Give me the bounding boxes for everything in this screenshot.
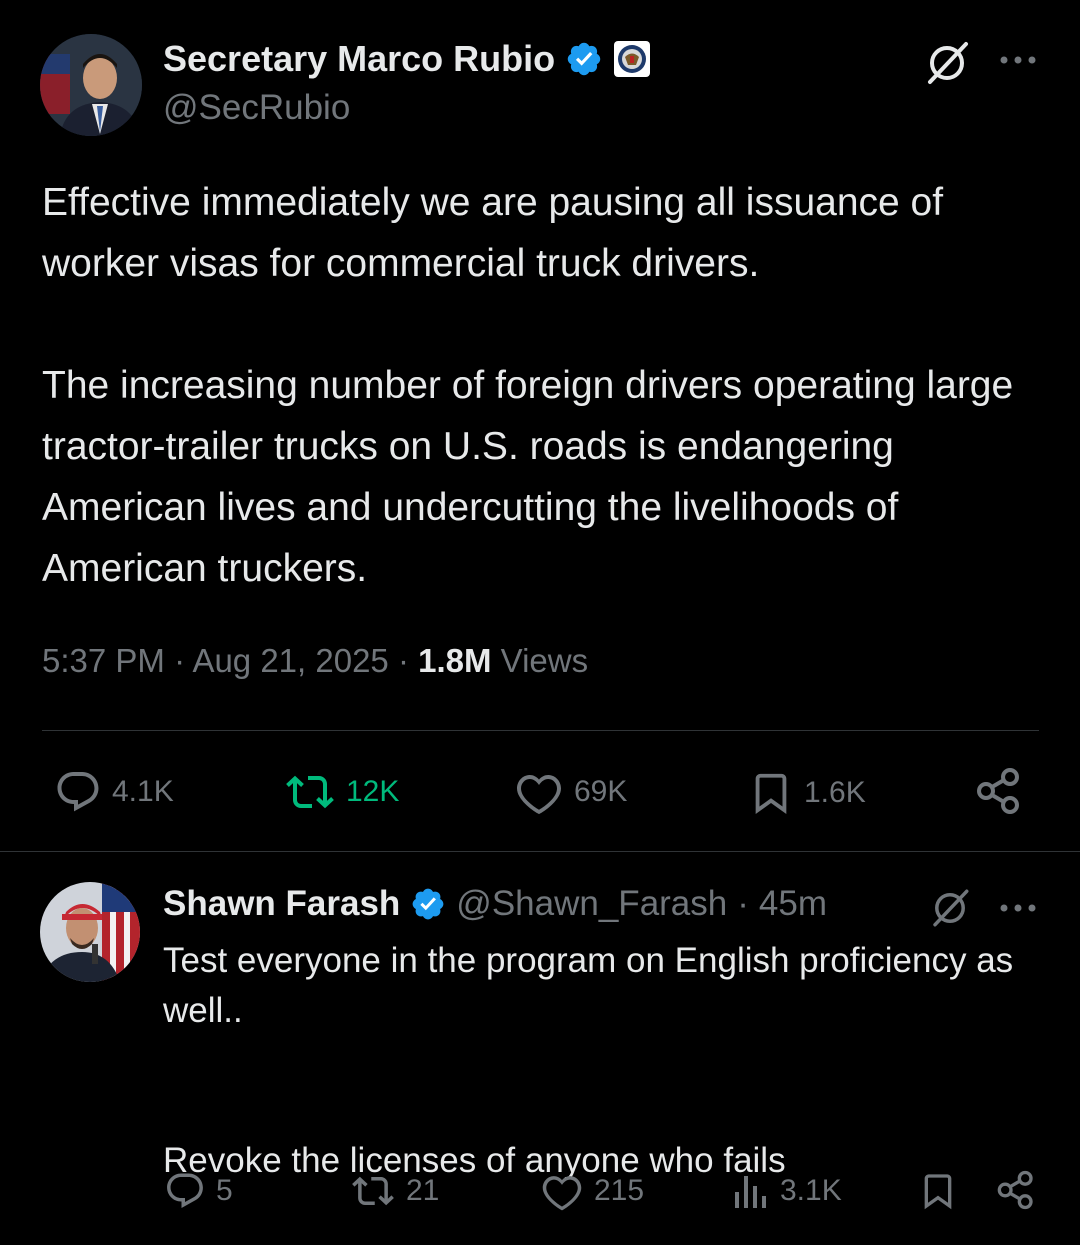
views-count: 3.1K (780, 1174, 842, 1207)
repost-count: 12K (346, 775, 400, 808)
reply-handle[interactable]: @Shawn_Farash (456, 884, 727, 924)
reply-author-name[interactable]: Shawn Farash (163, 884, 400, 924)
more-icon[interactable] (998, 898, 1038, 918)
post-time[interactable]: 5:37 PM (42, 642, 165, 679)
bookmark-count: 1.6K (804, 776, 866, 809)
views-label: Views (500, 642, 589, 679)
grok-icon[interactable] (928, 886, 972, 930)
avatar[interactable] (40, 34, 142, 136)
reply-button[interactable]: 5 (164, 1170, 233, 1212)
like-icon (540, 1170, 584, 1212)
post-meta: 5:37 PM · Aug 21, 2025 · 1.8M Views (42, 642, 588, 680)
divider (42, 730, 1039, 731)
bookmark-button[interactable]: 1.6K (748, 768, 866, 818)
author-handle[interactable]: @SecRubio (163, 88, 350, 128)
share-icon[interactable] (996, 1168, 1036, 1212)
reply-text: Test everyone in the program on English … (163, 941, 1014, 1180)
author-name[interactable]: Secretary Marco Rubio (163, 38, 555, 80)
repost-icon (284, 768, 336, 816)
separator: · (397, 642, 409, 679)
more-icon[interactable] (998, 50, 1038, 70)
divider (0, 851, 1080, 852)
post-date[interactable]: Aug 21, 2025 (192, 642, 388, 679)
repost-count: 21 (406, 1174, 440, 1207)
reply-age[interactable]: 45m (759, 884, 827, 924)
bookmark-icon (748, 768, 794, 818)
post-text: Effective immediately we are pausing all… (42, 181, 1014, 590)
reply-button[interactable]: 4.1K (54, 768, 174, 816)
repost-button[interactable]: 12K (284, 768, 399, 816)
like-count: 69K (574, 775, 628, 808)
bookmark-icon[interactable] (918, 1168, 958, 1214)
share-icon[interactable] (975, 766, 1023, 816)
views-icon (732, 1170, 770, 1212)
like-button[interactable]: 215 (540, 1170, 644, 1212)
views-count: 1.8M (418, 642, 492, 679)
like-count: 215 (594, 1174, 645, 1207)
reply-count: 5 (216, 1174, 233, 1207)
state-dept-seal-icon (613, 40, 651, 78)
like-button[interactable]: 69K (514, 768, 627, 816)
separator: · (737, 884, 749, 923)
views-button[interactable]: 3.1K (732, 1170, 842, 1212)
reply-count: 4.1K (112, 775, 174, 808)
separator: · (174, 642, 186, 679)
reply-icon (54, 768, 102, 816)
verified-badge-icon (410, 886, 446, 922)
reply-avatar[interactable] (40, 882, 140, 982)
repost-button[interactable]: 21 (350, 1170, 439, 1212)
like-icon (514, 768, 564, 816)
grok-icon[interactable] (922, 38, 972, 88)
verified-badge-icon (565, 40, 603, 78)
repost-icon (350, 1170, 396, 1212)
reply-icon (164, 1170, 206, 1212)
